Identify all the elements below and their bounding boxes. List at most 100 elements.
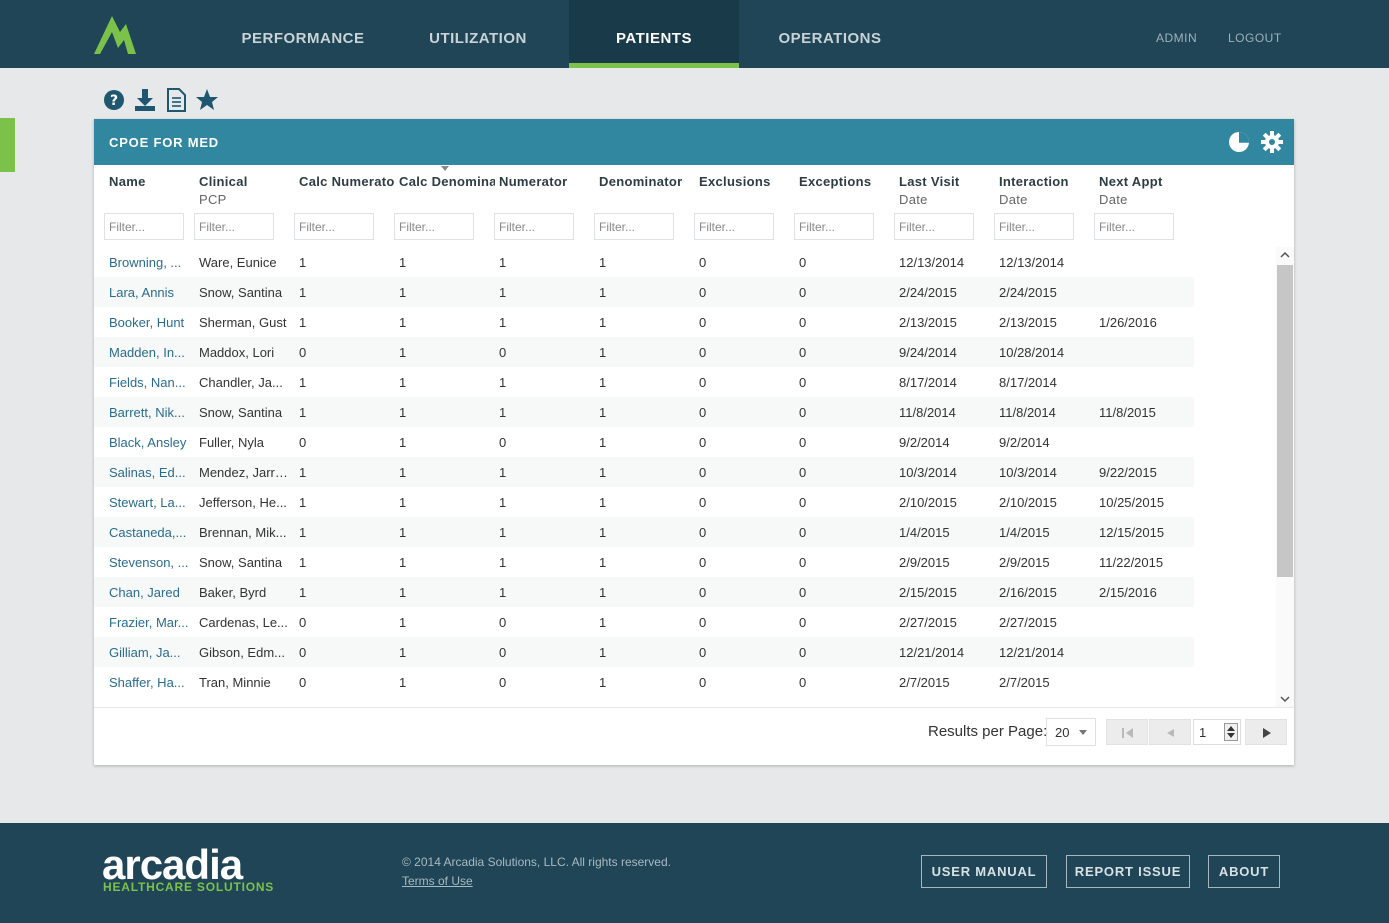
column-filter-input[interactable] [294, 213, 374, 240]
about-button[interactable]: ABOUT [1208, 855, 1280, 888]
table-cell: 2/24/2015 [899, 285, 957, 300]
patient-name-link[interactable]: Barrett, Nik... [109, 405, 199, 420]
table-cell: 0 [799, 315, 807, 330]
table-row[interactable]: Stewart, La... Jefferson, He... 1 1 1 1 0 0 2/10… [94, 487, 1194, 517]
scroll-up-icon[interactable] [1276, 247, 1294, 263]
column-header[interactable]: Numerator [499, 174, 595, 189]
table-row[interactable]: Frazier, Mar... Cardenas, Le... 0 1 0 1 0 0 2/27… [94, 607, 1194, 637]
side-panel-toggle[interactable] [0, 118, 15, 172]
table-cell: 1 [599, 375, 607, 390]
help-icon[interactable]: ? [102, 87, 126, 113]
column-filter-input[interactable] [694, 213, 774, 240]
arcadia-logo-icon[interactable] [92, 14, 138, 56]
table-row[interactable]: Lara, Annis Snow, Santina 1 1 1 1 0 0 2/24/2015 2… [94, 277, 1194, 307]
patient-name-link[interactable]: Black, Ansley [109, 435, 199, 450]
patient-name-link[interactable]: Frazier, Mar... [109, 615, 199, 630]
scroll-thumb[interactable] [1277, 265, 1293, 577]
column-header[interactable]: Next Appt Date [1099, 174, 1195, 207]
previous-page-button[interactable] [1149, 719, 1191, 745]
patient-name-link[interactable]: Chan, Jared [109, 585, 199, 600]
patient-name-link[interactable]: Lara, Annis [109, 285, 199, 300]
column-filter-input[interactable] [104, 213, 184, 240]
table-cell: 1 [599, 285, 607, 300]
admin-link[interactable]: ADMIN [1156, 31, 1197, 45]
table-cell: 0 [799, 555, 807, 570]
table-row[interactable]: Madden, In... Maddox, Lori 0 1 0 1 0 0 9/24/2014… [94, 337, 1194, 367]
star-icon[interactable] [195, 87, 219, 113]
table-cell: 1 [599, 465, 607, 480]
patient-name-link[interactable]: Salinas, Ed... [109, 465, 199, 480]
patient-name-link[interactable]: Shaffer, Ha... [109, 675, 199, 690]
vertical-scrollbar[interactable] [1276, 247, 1294, 707]
table-cell: 1 [399, 525, 407, 540]
patient-name-link[interactable]: Madden, In... [109, 345, 199, 360]
table-row[interactable]: Fields, Nan... Chandler, Ja... 1 1 1 1 0 0 8/17/… [94, 367, 1194, 397]
table-cell: Snow, Santina [199, 555, 283, 570]
nav-utilization[interactable]: UTILIZATION [400, 0, 556, 68]
next-page-button[interactable] [1245, 719, 1287, 745]
table-cell: 0 [299, 435, 307, 450]
column-header[interactable]: Name [109, 174, 189, 189]
column-filter-input[interactable] [794, 213, 874, 240]
document-icon[interactable] [164, 87, 188, 113]
patient-name-link[interactable]: Gilliam, Ja... [109, 645, 199, 660]
user-manual-button[interactable]: USER MANUAL [921, 855, 1047, 888]
nav-operations[interactable]: OPERATIONS [752, 0, 908, 68]
column-filter-input[interactable] [594, 213, 674, 240]
report-issue-button[interactable]: REPORT ISSUE [1066, 855, 1190, 888]
column-header[interactable]: Exclusions [699, 174, 795, 189]
patient-name-link[interactable]: Booker, Hunt [109, 315, 199, 330]
column-header-sublabel: Date [899, 192, 928, 207]
results-per-page-select[interactable]: 20 [1046, 718, 1096, 746]
column-filter-input[interactable] [1094, 213, 1174, 240]
column-header[interactable]: Interaction Date [999, 174, 1095, 207]
first-page-button[interactable] [1106, 719, 1148, 745]
table-row[interactable]: Browning, ... Ware, Eunice 1 1 1 1 0 0 12/13/201… [94, 247, 1194, 277]
nav-performance[interactable]: PERFORMANCE [225, 0, 381, 68]
column-header[interactable]: Clinical PCP [199, 174, 293, 207]
column-filter-input[interactable] [994, 213, 1074, 240]
page-spinner-icon[interactable] [1224, 723, 1238, 741]
nav-patients[interactable]: PATIENTS [569, 0, 739, 68]
table-row[interactable]: Black, Ansley Fuller, Nyla 0 1 0 1 0 0 9/2/2014 9… [94, 427, 1194, 457]
patient-name-link[interactable]: Castaneda,... [109, 525, 199, 540]
patient-name-link[interactable]: Stewart, La... [109, 495, 199, 510]
column-header[interactable]: Exceptions [799, 174, 895, 189]
page-number-input[interactable]: 1 [1193, 719, 1241, 745]
logout-link[interactable]: LOGOUT [1228, 31, 1282, 45]
patient-name-link[interactable]: Browning, ... [109, 255, 199, 270]
table-cell: 0 [299, 615, 307, 630]
table-cell: 0 [699, 435, 707, 450]
table-cell: 0 [699, 645, 707, 660]
table-row[interactable]: Chan, Jared Baker, Byrd 1 1 1 1 0 0 2/15/2015 2/1… [94, 577, 1194, 607]
table-cell: Sherman, Gust [199, 315, 287, 330]
column-filter-input[interactable] [194, 213, 274, 240]
column-filter-input[interactable] [394, 213, 474, 240]
patient-name-link[interactable]: Stevenson, ... [109, 555, 199, 570]
table-cell: 0 [499, 675, 507, 690]
scroll-down-icon[interactable] [1276, 691, 1294, 707]
table-row[interactable]: Shaffer, Ha... Tran, Minnie 0 1 0 1 0 0 2/7/2015… [94, 667, 1194, 697]
table-cell: 1 [399, 435, 407, 450]
table-row[interactable]: Gilliam, Ja... Gibson, Edm... 0 1 0 1 0 0 12/21/… [94, 637, 1194, 667]
table-row[interactable]: Salinas, Ed... Mendez, Jarrad 1 1 1 1 0 0 10/3/2… [94, 457, 1194, 487]
table-row[interactable]: Barrett, Nik... Snow, Santina 1 1 1 1 0 0 11/8/2… [94, 397, 1194, 427]
patient-name-link[interactable]: Fields, Nan... [109, 375, 199, 390]
table-cell: 2/13/2015 [999, 315, 1057, 330]
column-filter-input[interactable] [494, 213, 574, 240]
terms-of-use-link[interactable]: Terms of Use [402, 874, 473, 888]
table-cell: 8/17/2014 [899, 375, 957, 390]
table-row[interactable]: Castaneda,... Brennan, Mik... 1 1 1 1 0 0 1/4/20… [94, 517, 1194, 547]
chevron-down-icon [1079, 730, 1087, 735]
column-header[interactable]: Denominator [599, 174, 695, 189]
column-header[interactable]: Calc Denominator [399, 174, 495, 189]
column-filter-input[interactable] [894, 213, 974, 240]
column-header[interactable]: Calc Numerator [299, 174, 395, 189]
table-row[interactable]: Stevenson, ... Snow, Santina 1 1 1 1 0 0 2/9/201… [94, 547, 1194, 577]
table-row[interactable]: Booker, Hunt Sherman, Gust 1 1 1 1 0 0 2/13/2015… [94, 307, 1194, 337]
pie-chart-icon[interactable] [1228, 131, 1250, 153]
download-icon[interactable] [133, 87, 157, 113]
table-cell: 1 [399, 675, 407, 690]
column-header[interactable]: Last Visit Date [899, 174, 995, 207]
gear-icon[interactable] [1261, 131, 1283, 153]
